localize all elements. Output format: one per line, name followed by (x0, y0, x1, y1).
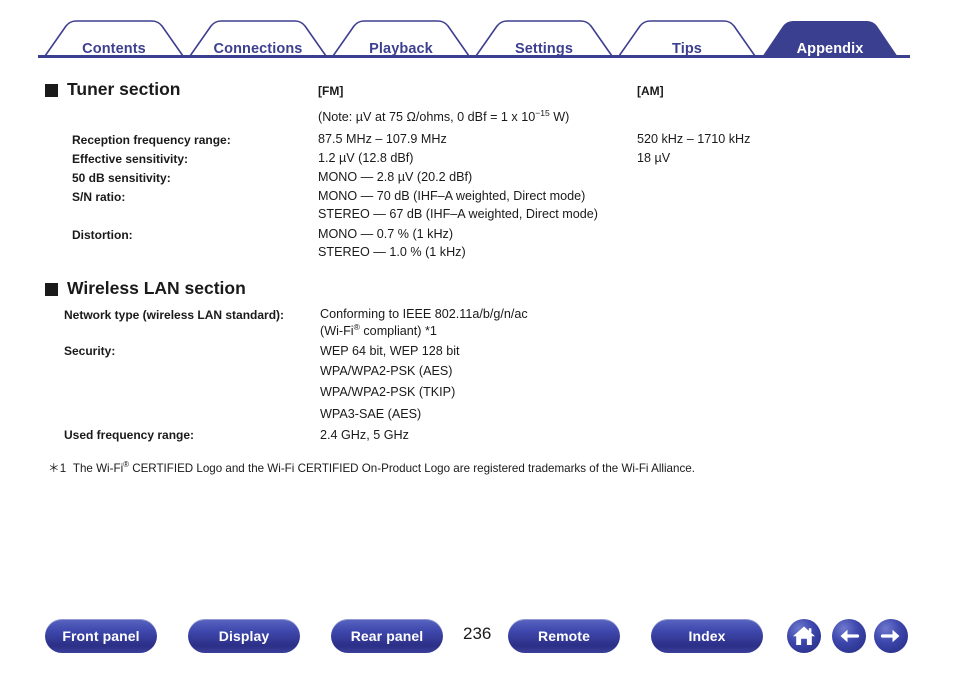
spec-value-security-wpa-aes: WPA/WPA2-PSK (AES) (320, 364, 453, 378)
spec-value-network-type-line2: (Wi-Fi® compliant) *1 (320, 323, 437, 338)
tab-shape-tips[interactable] (618, 20, 756, 57)
spec-value-am-reception-frequency-range: 520 kHz – 1710 kHz (637, 132, 751, 146)
tab-baseline (38, 55, 910, 58)
section-bullet-icon (45, 283, 58, 296)
tab-shape-connections[interactable] (189, 20, 327, 57)
footnote-marker: ＊1 (48, 462, 67, 475)
tab-bar-graphic (38, 20, 910, 58)
tuner-note-exponent: −15 (535, 107, 550, 118)
tuner-note-tail: W) (549, 110, 570, 124)
arrow-right-glyph (880, 629, 900, 643)
arrow-left-icon[interactable] (832, 619, 866, 653)
tab-shape-playback[interactable] (332, 20, 470, 57)
home-glyph (793, 626, 815, 645)
spec-label-effective-sensitivity: Effective sensitivity: (72, 152, 189, 166)
spec-value-fm-distortion-mono: MONO — 0.7 % (1 kHz) (318, 227, 454, 241)
spec-label-50db-sensitivity: 50 dB sensitivity: (72, 171, 171, 185)
spec-label-reception-frequency-range: Reception frequency range: (72, 133, 231, 147)
section-title-wireless-lan: Wireless LAN section (67, 278, 246, 298)
home-icon[interactable] (787, 619, 821, 653)
tab-shape-appendix[interactable] (762, 21, 898, 57)
spec-value-fm-50db-sensitivity: MONO — 2.8 µV (20.2 dBf) (318, 170, 473, 184)
nav-button-rear-panel[interactable]: Rear panel (331, 619, 443, 653)
page-number: 236 (463, 624, 492, 643)
tab-shape-settings[interactable] (475, 20, 613, 57)
tab-shape-contents[interactable] (44, 20, 184, 57)
nav-button-remote[interactable]: Remote (508, 619, 620, 653)
section-heading-tuner: Tuner section (45, 79, 180, 100)
nav-button-display[interactable]: Display (188, 619, 300, 653)
spec-value-fm-sn-ratio-stereo: STEREO — 67 dB (IHF–A weighted, Direct m… (318, 207, 598, 221)
footnote-text-pre: The Wi-Fi (72, 462, 124, 475)
wifi-text-pre: (Wi-Fi (320, 324, 354, 338)
nav-button-index[interactable]: Index (651, 619, 763, 653)
tuner-note: (Note: µV at 75 Ω/ohms, 0 dBf = 1 x 10−1… (318, 107, 570, 124)
tuner-note-main: (Note: µV at 75 Ω/ohms, 0 dBf = 1 x 10 (318, 110, 536, 124)
section-heading-wireless-lan: Wireless LAN section (45, 278, 246, 299)
column-header-fm: [FM] (318, 84, 344, 98)
spec-value-security-wpa-tkip: WPA/WPA2-PSK (TKIP) (320, 385, 456, 399)
bottom-navigation-bar: Front panel Display Rear panel 236 Remot… (0, 612, 954, 662)
spec-value-security-wpa3-sae: WPA3-SAE (AES) (320, 407, 422, 421)
spec-value-am-effective-sensitivity: 18 µV (637, 151, 671, 165)
section-title-tuner: Tuner section (67, 79, 181, 99)
footnote-text-post: CERTIFIED Logo and the Wi-Fi CERTIFIED O… (128, 462, 695, 475)
arrow-right-icon[interactable] (874, 619, 908, 653)
spec-value-fm-reception-frequency-range: 87.5 MHz – 107.9 MHz (318, 132, 447, 146)
spec-label-sn-ratio: S/N ratio: (72, 190, 126, 204)
column-header-am: [AM] (637, 84, 664, 98)
nav-button-front-panel[interactable]: Front panel (45, 619, 157, 653)
spec-value-fm-distortion-stereo: STEREO — 1.0 % (1 kHz) (318, 245, 466, 259)
spec-value-used-frequency-range: 2.4 GHz, 5 GHz (320, 428, 409, 442)
arrow-left-glyph (840, 629, 860, 643)
section-bullet-icon (45, 84, 58, 97)
spec-label-security: Security: (64, 344, 116, 358)
spec-label-network-type: Network type (wireless LAN standard): (64, 308, 285, 322)
spec-label-distortion: Distortion: (72, 228, 133, 242)
spec-value-security-wep: WEP 64 bit, WEP 128 bit (320, 344, 460, 358)
spec-value-fm-sn-ratio-mono: MONO — 70 dB (IHF–A weighted, Direct mod… (318, 189, 586, 203)
footnote-wifi-trademark: ＊1 The Wi-Fi® CERTIFIED Logo and the Wi-… (48, 460, 695, 476)
spec-value-network-type-line1: Conforming to IEEE 802.11a/b/g/n/ac (320, 307, 528, 321)
tab-bar: Contents Connections Playback Settings T… (0, 18, 954, 58)
wifi-text-post: compliant) *1 (359, 324, 437, 338)
spec-label-used-frequency-range: Used frequency range: (64, 428, 195, 442)
spec-value-fm-effective-sensitivity: 1.2 µV (12.8 dBf) (318, 151, 414, 165)
